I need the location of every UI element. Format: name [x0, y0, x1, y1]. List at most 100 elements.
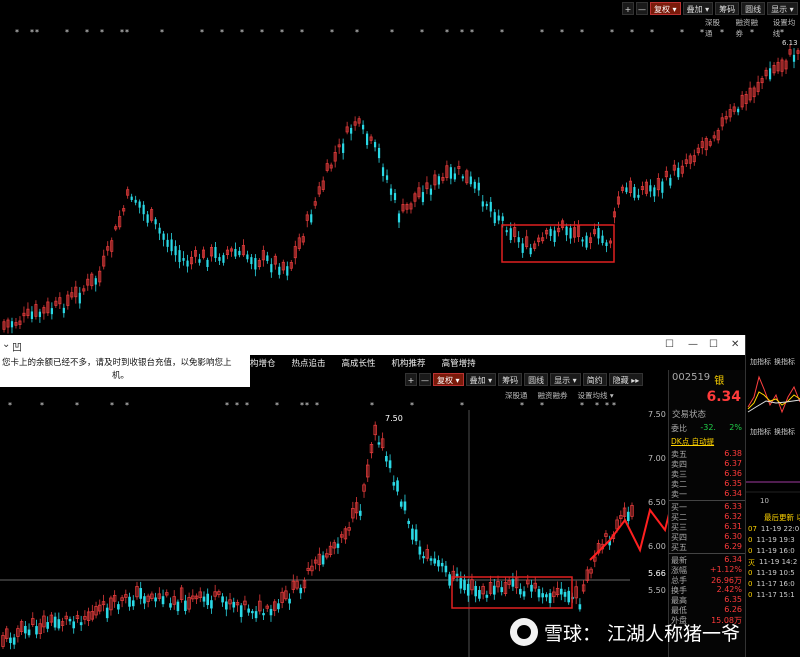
signal-star: * [30, 28, 34, 37]
add-indicator-tab-2[interactable]: 加指标 [750, 427, 771, 437]
display-button[interactable]: 显示 ▾ [550, 373, 581, 386]
quote-list: 最新 6.34 涨幅 +1.12% 总手 26.96万 换手 2.42% 最高 6.35 最低 6.2… [669, 555, 745, 625]
tab-executive-holding[interactable]: 高管增持 [442, 357, 476, 369]
chips-button[interactable]: 筹码 [498, 373, 523, 386]
xueqiu-watermark: 雪球： 江湖人称猪一爷 [510, 618, 740, 646]
sell-row: 卖二 6.35 [669, 479, 745, 489]
candle-body [377, 442, 381, 445]
menu-icon[interactable]: ☐ [665, 339, 674, 350]
zoom-out-button[interactable]: — [636, 2, 648, 15]
candle-body [247, 608, 250, 613]
quote-row-value: 6.26 [724, 605, 742, 614]
signal-star: * [780, 28, 784, 37]
stock-code: 002519 [672, 372, 711, 383]
zoom-in-button[interactable]: + [622, 2, 634, 15]
candle-body [198, 259, 201, 263]
sell-row-label: 卖二 [671, 480, 687, 489]
candle-body [449, 167, 452, 179]
close-icon[interactable]: ✕ [731, 339, 739, 350]
candle-body [62, 307, 65, 314]
candle-body [143, 596, 146, 604]
circle-line-button[interactable]: 圆线 [741, 2, 766, 15]
candle-body [254, 611, 258, 619]
display-button[interactable]: 显示 ▾ [767, 2, 798, 15]
top-chart-window: + — 复权 ▾ 叠加 ▾ 筹码 圆线 显示 ▾ 简约 深股通 融资融券 设置均… [0, 0, 800, 335]
maximize-icon[interactable]: ☐ [709, 339, 718, 350]
candle-body [585, 235, 588, 248]
candle-body [453, 173, 456, 180]
candle-body [403, 501, 407, 511]
signal-star: * [410, 401, 414, 410]
tick-code: 灭 [748, 559, 755, 567]
candle-body [46, 622, 49, 629]
adjust-button[interactable]: 复权 ▾ [650, 2, 681, 15]
candle-body [440, 562, 444, 567]
candle-body [128, 596, 131, 607]
signal-star: * [460, 28, 464, 37]
chips-button[interactable]: 筹码 [715, 2, 740, 15]
signal-star: * [245, 401, 249, 410]
hide-button[interactable]: 隐藏 ▸▸ [608, 373, 644, 386]
candle-body [414, 529, 418, 542]
tab-institution-recommend[interactable]: 机构推荐 [392, 357, 426, 369]
tick-time: 11-17 15:1 [756, 591, 795, 599]
price-axis-tick: 7.00 [648, 454, 666, 463]
candle-body [448, 574, 451, 586]
candle-body [377, 147, 381, 159]
change-indicator-tab[interactable]: 换指标 [774, 357, 795, 367]
signal-star: * [75, 401, 79, 410]
top-star-row: * * * * * * * * * * * * * * * * * * * * * * * * * * * * * * * * * * [15, 28, 784, 37]
minimize-icon[interactable]: — [688, 339, 698, 350]
add-indicator-tab[interactable]: 加指标 [750, 357, 771, 367]
dk-link[interactable]: DK点 自动提 [669, 433, 745, 449]
price-axis-tick: 6.50 [648, 498, 666, 507]
tick-code: 0 [748, 547, 753, 555]
candle-body [78, 292, 81, 304]
signal-star: * [390, 28, 394, 37]
quote-row-label: 换手 [671, 586, 687, 595]
signal-star: * [605, 401, 609, 410]
mini-volume-chart: 10 [746, 481, 800, 505]
candle-body [492, 585, 496, 595]
quote-row-label: 最新 [671, 556, 687, 565]
adjust-button[interactable]: 复权 ▾ [433, 373, 464, 386]
candle-body [407, 520, 410, 524]
tab-hotspot[interactable]: 热点追击 [292, 357, 326, 369]
candle-body [463, 579, 466, 591]
change-indicator-tab-2[interactable]: 换指标 [774, 427, 795, 437]
circle-line-button[interactable]: 圆线 [524, 373, 549, 386]
overlay-button[interactable]: 叠加 ▾ [465, 373, 497, 386]
candle-body [461, 176, 464, 179]
candle-body [30, 311, 34, 319]
candle-body [569, 227, 572, 239]
quote-panel: 002519 银 6.34 交易状态 委比 -32. 2% DK点 自动提 卖五… [668, 370, 745, 657]
quote-row: 涨幅 +1.12% [669, 565, 745, 575]
tab-institution-add[interactable]: 构增仓 [250, 357, 276, 369]
candle-body [437, 176, 441, 185]
signal-star: * [300, 28, 304, 37]
candle-body [232, 601, 236, 608]
candle-body [10, 321, 14, 328]
top-candlestick-chart[interactable]: * * * * * * * * * * * * * * * * * * * * * * * * * * * * * * * * * * 6.13 [0, 27, 800, 335]
sell-row: 卖一 6.34 [669, 489, 745, 499]
quote-row-value: 6.34 [724, 555, 742, 564]
candle-body [661, 181, 664, 193]
signal-star: * [595, 401, 599, 410]
zoom-in-button[interactable]: + [405, 373, 417, 386]
tick-code: 0 [748, 536, 753, 544]
signal-star: * [500, 28, 504, 37]
candle-body [251, 611, 254, 614]
top-toolbar: + — 复权 ▾ 叠加 ▾ 筹码 圆线 显示 ▾ 简约 [622, 2, 800, 15]
tab-high-growth[interactable]: 高成长性 [342, 357, 376, 369]
candle-body [563, 591, 567, 597]
sell-row-label: 卖一 [671, 490, 687, 499]
restore-icon[interactable]: ⌄ [2, 339, 10, 350]
candle-body [174, 246, 177, 256]
simple-button[interactable]: 简约 [582, 373, 607, 386]
signal-star: * [240, 28, 244, 37]
overlay-button[interactable]: 叠加 ▾ [682, 2, 714, 15]
watermark-author: 江湖人称猪一爷 [607, 622, 741, 645]
candle-body [57, 619, 61, 629]
zoom-out-button[interactable]: — [419, 373, 431, 386]
candle-body [649, 185, 652, 192]
